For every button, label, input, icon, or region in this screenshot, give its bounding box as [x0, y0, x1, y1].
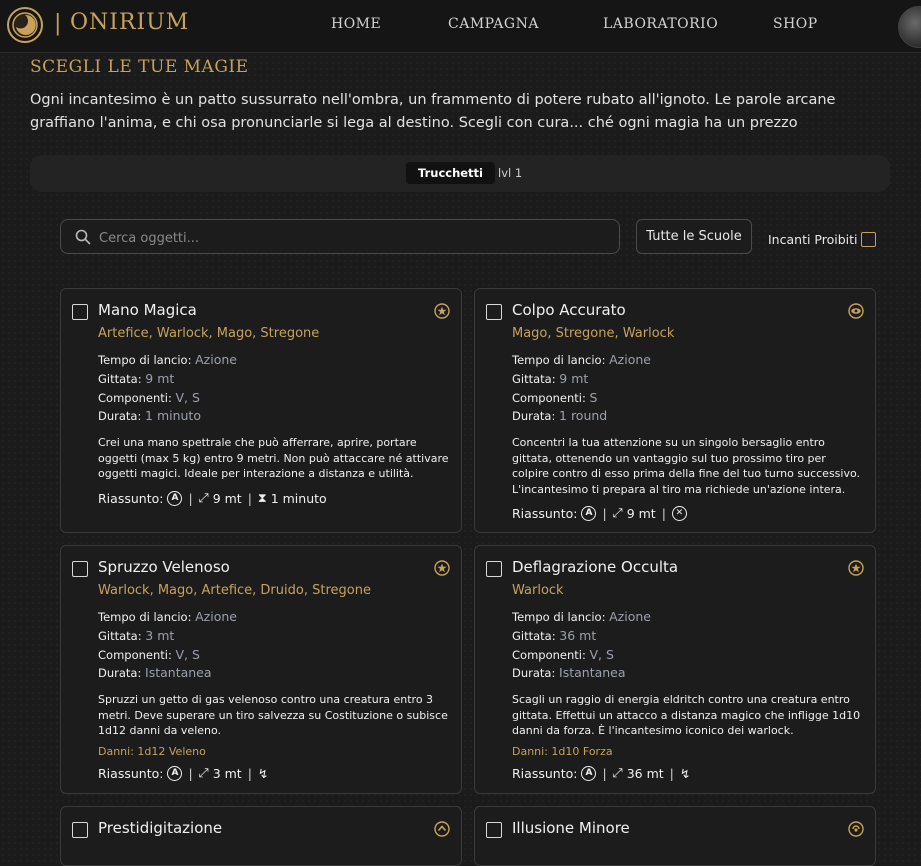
action-icon: A: [167, 490, 183, 506]
transmutation-icon: [434, 821, 450, 837]
spell-name: Colpo Accurato: [512, 301, 626, 319]
spell-select-checkbox[interactable]: [72, 822, 88, 838]
top-navbar: | ONIRIUM HOME CAMPAGNA LABORATORIO SHOP: [0, 0, 921, 53]
spell-name: Prestidigitazione: [98, 819, 223, 837]
action-icon: A: [581, 505, 597, 521]
stat-cast-time: Tempo di lancio: Azione: [512, 352, 651, 367]
stat-cast-time: Tempo di lancio: Azione: [98, 352, 237, 367]
spell-select-checkbox[interactable]: [486, 561, 502, 577]
spell-name: Illusione Minore: [512, 819, 630, 837]
intro-text: Ogni incantesimo è un patto sussurrato n…: [30, 92, 836, 131]
stat-range: Gittata: 9 mt: [98, 371, 175, 386]
concentration-x-icon: ✕: [671, 505, 687, 521]
stat-duration: Durata: Istantanea: [512, 665, 626, 680]
spell-damage: Danni: 1d10 Forza: [512, 745, 613, 758]
stat-duration: Durata: 1 minuto: [98, 408, 201, 423]
divination-eye-icon: [848, 303, 864, 319]
spell-name: Mano Magica: [98, 301, 197, 319]
evocation-star-icon: [848, 560, 864, 576]
schools-filter-button[interactable]: Tutte le Scuole: [636, 219, 752, 254]
brand-separator: |: [54, 11, 62, 36]
instant-icon: ↯: [679, 765, 691, 781]
stat-range: Gittata: 36 mt: [512, 628, 597, 643]
tab-lvl-1[interactable]: lvl 1: [486, 162, 534, 184]
spell-card-colpo-accurato[interactable]: Colpo Accurato Mago, Stregone, Warlock T…: [474, 288, 876, 533]
spell-classes: Warlock: [512, 583, 564, 598]
stat-components: Componenti: V, S: [512, 647, 614, 662]
forbidden-spells-label: Incanti Proibiti: [768, 232, 858, 247]
stat-range: Gittata: 3 mt: [98, 628, 175, 643]
spell-select-checkbox[interactable]: [72, 304, 88, 320]
search-icon: [75, 229, 91, 245]
onirium-logo[interactable]: [6, 6, 44, 44]
spell-damage: Danni: 1d12 Veleno: [98, 745, 206, 758]
spell-card-illusione-minore[interactable]: Illusione Minore: [474, 806, 876, 866]
nav-campagna[interactable]: CAMPAGNA: [448, 16, 539, 32]
page-title: SCEGLI LE TUE MAGIE: [30, 57, 249, 77]
spell-description: Scagli un raggio di energia eldritch con…: [512, 693, 861, 737]
range-arrow-icon: ⤢: [198, 490, 209, 505]
spell-card-spruzzo-velenoso[interactable]: Spruzzo Velenoso Warlock, Mago, Artefice…: [60, 545, 462, 794]
forbidden-spells-checkbox[interactable]: [861, 232, 876, 247]
hourglass-icon: ⧗: [257, 490, 267, 505]
stat-components: Componenti: V, S: [98, 647, 200, 662]
search-box: [60, 219, 620, 254]
spell-summary: Riassunto: A | ⤢ 36 mt | ↯: [512, 765, 691, 781]
range-arrow-icon: ⤢: [612, 505, 623, 520]
stat-components: Componenti: S: [512, 390, 598, 405]
spell-summary: Riassunto: A | ⤢ 9 mt | ⧗ 1 minuto: [98, 490, 327, 506]
range-arrow-icon: ⤢: [612, 765, 623, 780]
action-icon: A: [581, 765, 597, 781]
stat-cast-time: Tempo di lancio: Azione: [512, 609, 651, 624]
spell-select-checkbox[interactable]: [72, 561, 88, 577]
evocation-star-icon: [434, 560, 450, 576]
nav-shop[interactable]: SHOP: [773, 16, 818, 32]
spell-card-prestidigitazione[interactable]: Prestidigitazione: [60, 806, 462, 866]
level-tabs: Trucchetti lvl 1: [30, 155, 890, 192]
range-arrow-icon: ⤢: [198, 765, 209, 780]
nav-home[interactable]: HOME: [331, 16, 381, 32]
spell-summary: Riassunto: A | ⤢ 9 mt | ✕: [512, 505, 687, 521]
instant-icon: ↯: [257, 765, 269, 781]
spell-name: Deflagrazione Occulta: [512, 558, 679, 576]
spell-classes: Mago, Stregone, Warlock: [512, 326, 675, 341]
stat-cast-time: Tempo di lancio: Azione: [98, 609, 237, 624]
spell-classes: Artefice, Warlock, Mago, Stregone: [98, 326, 320, 341]
spell-select-checkbox[interactable]: [486, 304, 502, 320]
nav-laboratorio[interactable]: LABORATORIO: [603, 16, 718, 32]
brand-name[interactable]: ONIRIUM: [70, 10, 189, 35]
spell-summary: Riassunto: A | ⤢ 3 mt | ↯: [98, 765, 269, 781]
spell-card-deflagrazione-occulta[interactable]: Deflagrazione Occulta Warlock Tempo di l…: [474, 545, 876, 794]
search-input[interactable]: [97, 227, 611, 249]
spell-description: Spruzzi un getto di gas velenoso contro …: [98, 693, 448, 737]
illusion-icon: [848, 821, 864, 837]
spell-card-mano-magica[interactable]: Mano Magica Artefice, Warlock, Mago, Str…: [60, 288, 462, 533]
tab-trucchetti[interactable]: Trucchetti: [406, 162, 495, 184]
spell-select-checkbox[interactable]: [486, 822, 502, 838]
action-icon: A: [167, 765, 183, 781]
spell-description: Crei una mano spettrale che può afferrar…: [98, 436, 449, 480]
spell-description: Concentri la tua attenzione su un singol…: [512, 436, 861, 496]
stat-range: Gittata: 9 mt: [512, 371, 589, 386]
stat-duration: Durata: 1 round: [512, 408, 608, 423]
spell-name: Spruzzo Velenoso: [98, 558, 230, 576]
evocation-star-icon: [434, 303, 450, 319]
stat-components: Componenti: V, S: [98, 390, 200, 405]
stat-duration: Durata: Istantanea: [98, 665, 212, 680]
spell-classes: Warlock, Mago, Artefice, Druido, Stregon…: [98, 583, 371, 598]
user-avatar[interactable]: [898, 6, 921, 48]
